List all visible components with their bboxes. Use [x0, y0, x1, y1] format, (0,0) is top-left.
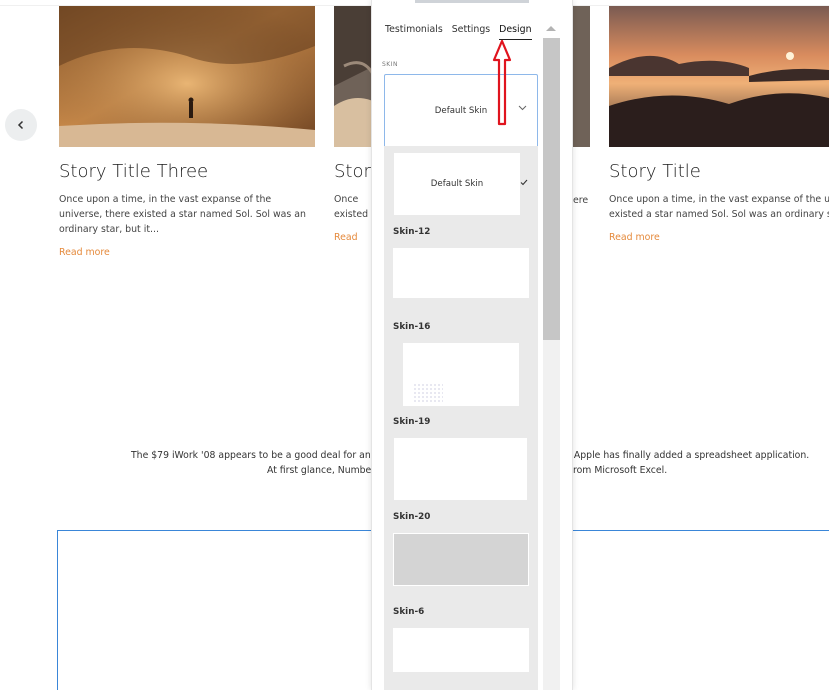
story-excerpt-fragment: ere — [573, 195, 589, 206]
skin-section-label: SKIN — [382, 61, 399, 68]
skin-preview-dots — [413, 383, 443, 403]
scrollbar-up-arrow[interactable] — [546, 26, 556, 31]
skin-select[interactable]: Default Skin — [384, 74, 538, 148]
story-card-image[interactable] — [609, 6, 829, 147]
annotation-arrow-icon — [492, 39, 512, 126]
story-card-image[interactable] — [59, 6, 315, 147]
story-card-3: Story Title Once upon a time, in the vas… — [609, 6, 829, 244]
skin-dropdown-list: Default Skin Skin-12 Skin-16 Skin-19 Ski… — [384, 146, 538, 690]
skin-option-label: Skin-19 — [393, 417, 431, 427]
tab-settings[interactable]: Settings — [452, 24, 490, 40]
skin-option-skin-16[interactable] — [403, 343, 519, 406]
skin-option-skin-12[interactable] — [393, 248, 529, 298]
read-more-link[interactable]: Read — [334, 232, 358, 243]
read-more-link[interactable]: Read more — [59, 247, 110, 258]
story-title[interactable]: Story Title Three — [59, 161, 315, 182]
skin-option-skin-19[interactable] — [394, 438, 527, 500]
tab-testimonials[interactable]: Testimonials — [385, 24, 443, 40]
check-icon — [520, 179, 528, 186]
skin-option-label: Skin-12 — [393, 227, 431, 237]
skin-option-skin-20[interactable] — [393, 533, 529, 586]
story-excerpt: Once upon a time, in the vast expanse of… — [609, 194, 829, 220]
skin-select-value: Default Skin — [434, 106, 488, 116]
scrollbar-thumb[interactable] — [543, 38, 560, 340]
chevron-left-icon — [17, 120, 24, 130]
panel-top-bar — [415, 0, 529, 3]
story-title[interactable]: Story Title — [609, 161, 829, 182]
skin-option-skin-6[interactable] — [393, 628, 529, 672]
skin-option-default[interactable]: Default Skin — [394, 153, 520, 215]
skin-option-label: Skin-20 — [393, 512, 431, 522]
read-more-link[interactable]: Read more — [609, 232, 660, 243]
skin-option-label: Skin-6 — [393, 607, 425, 617]
carousel-prev-button[interactable] — [5, 109, 37, 141]
chevron-down-icon — [518, 105, 527, 111]
story-excerpt: Once upon a time, in the vast expanse of… — [59, 194, 306, 235]
story-card-1: Story Title Three Once upon a time, in t… — [59, 6, 315, 259]
skin-option-label: Skin-16 — [393, 322, 431, 332]
